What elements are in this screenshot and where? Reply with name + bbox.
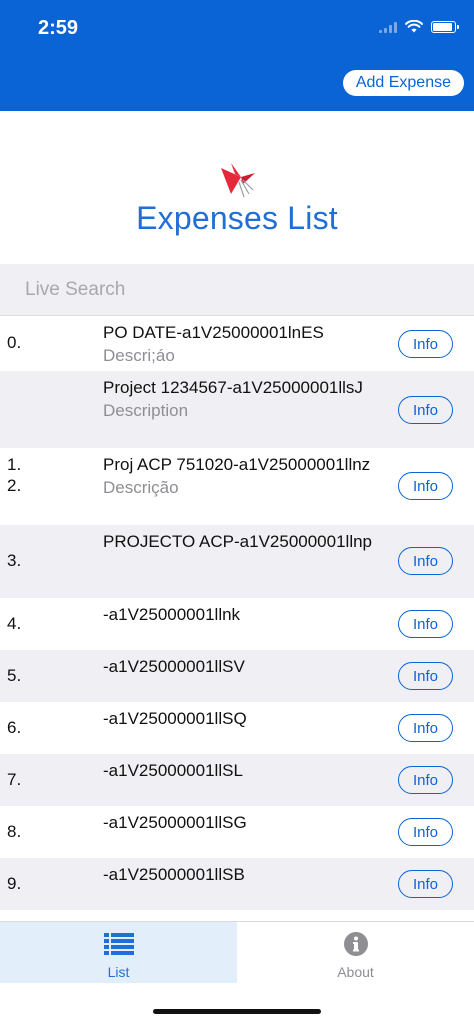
row-description: Description xyxy=(103,401,189,420)
list-item[interactable]: 2. Proj ACP 751020-a1V25000001llnz Descr… xyxy=(0,448,474,525)
status-icons xyxy=(379,20,459,33)
row-index: 8. xyxy=(7,822,22,841)
list-item[interactable]: 3. PROJECTO ACP-a1V25000001llnp Info xyxy=(0,525,474,598)
list-item[interactable]: 4. -a1V25000001llnk Info xyxy=(0,598,474,650)
list-item[interactable]: 5. -a1V25000001llSV Info xyxy=(0,650,474,702)
info-button[interactable]: Info xyxy=(398,766,453,794)
row-index: 2. xyxy=(7,476,22,495)
row-title: -a1V25000001llSQ xyxy=(103,709,247,728)
row-title-block: Project 1234567-a1V25000001llsJ Descript… xyxy=(103,376,383,422)
tab-label: About xyxy=(337,964,374,980)
row-description: Descri;áo xyxy=(103,346,175,365)
row-title: PO DATE-a1V25000001lnES xyxy=(103,323,324,342)
search-bar xyxy=(0,264,474,316)
cellular-signal-icon xyxy=(379,21,397,33)
row-title-block: PO DATE-a1V25000001lnES Descri;áo xyxy=(103,321,383,367)
row-title: PROJECTO ACP-a1V25000001llnp xyxy=(103,532,373,551)
row-index: 9. xyxy=(7,874,22,893)
status-time: 2:59 xyxy=(38,17,79,39)
expenses-screen: 2:59 Add Expense Expenses List Live Sear… xyxy=(0,0,474,1026)
tab-bar: List About xyxy=(0,921,474,983)
row-index: 6. xyxy=(7,718,22,737)
row-description: Descrição xyxy=(103,478,179,497)
row-title: Proj ACP 751020-a1V25000001llnz xyxy=(103,455,371,474)
row-index: 5. xyxy=(7,666,22,685)
row-title-block: -a1V25000001llSB xyxy=(103,863,383,886)
info-button[interactable]: Info xyxy=(398,714,453,742)
row-title: -a1V25000001llSB xyxy=(103,865,245,884)
header: 2:59 Add Expense xyxy=(0,0,474,111)
row-title-block: -a1V25000001llSL xyxy=(103,759,383,782)
row-title-block: -a1V25000001llSG xyxy=(103,811,383,834)
row-title: -a1V25000001llnk xyxy=(103,605,241,624)
row-index: 4. xyxy=(7,614,22,633)
info-button[interactable]: Info xyxy=(398,610,453,638)
list-icon xyxy=(103,931,134,957)
row-index: 7. xyxy=(7,770,22,789)
home-indicator xyxy=(153,1009,321,1014)
row-index: 0. xyxy=(7,333,22,352)
app-logo xyxy=(221,163,255,198)
tab-about[interactable]: About xyxy=(237,922,474,983)
row-title: -a1V25000001llSG xyxy=(103,813,247,832)
info-button[interactable]: Info xyxy=(398,330,453,358)
row-title-block: -a1V25000001llSQ xyxy=(103,707,383,730)
row-title-block: -a1V25000001llnk xyxy=(103,603,383,626)
page-title: Expenses List xyxy=(136,200,338,236)
list-item[interactable]: 9. -a1V25000001llSB Info xyxy=(0,858,474,910)
row-title: -a1V25000001llSV xyxy=(103,657,245,676)
info-button[interactable]: Info xyxy=(398,662,453,690)
row-title-block: Proj ACP 751020-a1V25000001llnz Descriçã… xyxy=(103,453,383,499)
wifi-icon xyxy=(405,20,423,33)
expense-list: 0. PO DATE-a1V25000001lnES Descri;áo Inf… xyxy=(0,316,474,910)
list-item[interactable]: 7. -a1V25000001llSL Info xyxy=(0,754,474,806)
row-index: 3. xyxy=(7,551,22,570)
info-button[interactable]: Info xyxy=(398,870,453,898)
tab-list[interactable]: List xyxy=(0,922,237,983)
row-title: Project 1234567-a1V25000001llsJ xyxy=(103,378,363,397)
row-title: -a1V25000001llSL xyxy=(103,761,243,780)
list-item[interactable]: 1. Project 1234567-a1V25000001llsJ Descr… xyxy=(0,371,474,474)
info-button[interactable]: Info xyxy=(398,818,453,846)
list-item[interactable]: 6. -a1V25000001llSQ Info xyxy=(0,702,474,754)
info-button[interactable]: Info xyxy=(398,547,453,575)
battery-icon xyxy=(431,20,459,33)
live-search-input[interactable] xyxy=(0,264,474,316)
list-item[interactable]: 8. -a1V25000001llSG Info xyxy=(0,806,474,858)
tab-label: List xyxy=(107,964,130,980)
info-circle-icon xyxy=(341,931,371,957)
list-item[interactable]: 0. PO DATE-a1V25000001lnES Descri;áo Inf… xyxy=(0,316,474,371)
info-button[interactable]: Info xyxy=(398,396,453,424)
add-expense-button[interactable]: Add Expense xyxy=(342,70,464,96)
info-button[interactable]: Info xyxy=(398,472,453,500)
row-title-block: PROJECTO ACP-a1V25000001llnp xyxy=(103,530,383,553)
row-title-block: -a1V25000001llSV xyxy=(103,655,383,678)
